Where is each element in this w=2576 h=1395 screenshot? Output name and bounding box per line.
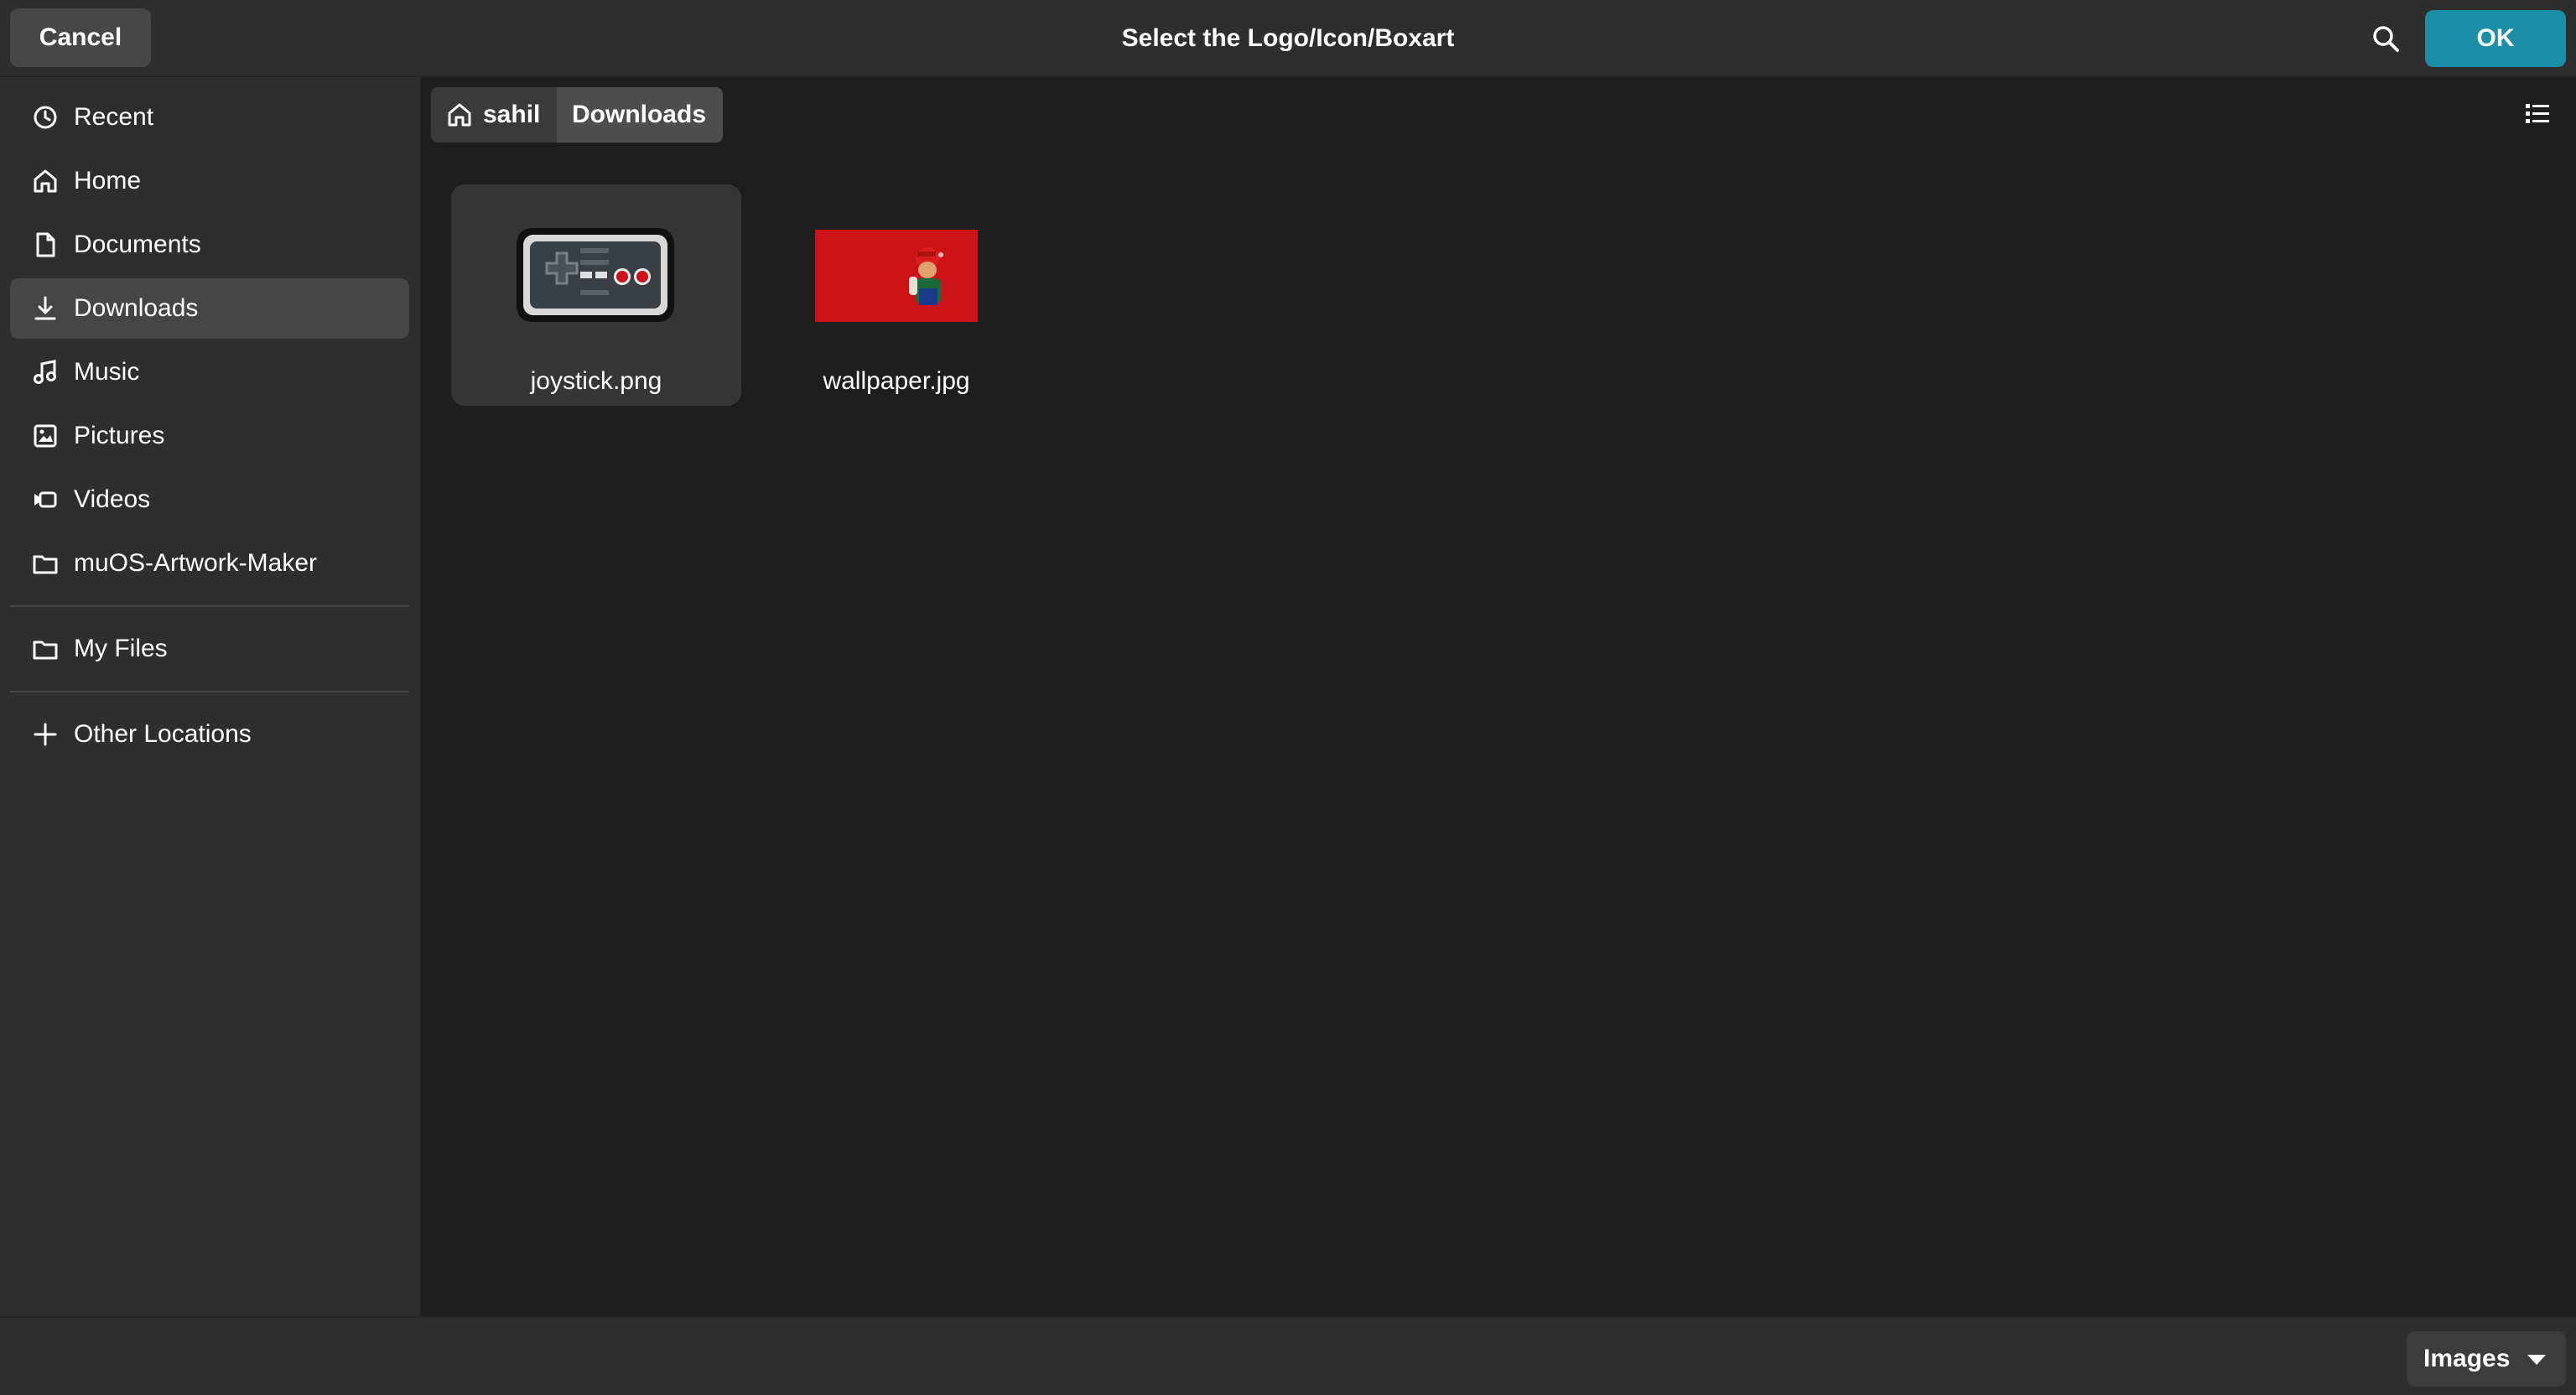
places-sidebar: Recent Home Documents Downloads Music Picture… <box>0 77 421 1316</box>
breadcrumb-current[interactable]: Downloads <box>557 87 723 143</box>
sidebar-separator <box>10 691 409 692</box>
sidebar-item-label: My Files <box>74 635 168 662</box>
sidebar-item-label: Downloads <box>74 294 199 322</box>
sidebar-item-label: muOS-Artwork-Maker <box>74 549 318 577</box>
sidebar-item-label: Videos <box>74 485 151 513</box>
file-name: wallpaper.jpg <box>823 367 970 395</box>
header-bar: Cancel Select the Logo/Icon/Boxart OK <box>0 0 2576 77</box>
cancel-button[interactable]: Cancel <box>10 8 151 67</box>
folder-icon <box>30 548 60 578</box>
search-icon <box>2373 26 2399 52</box>
sidebar-item-label: Documents <box>74 231 201 258</box>
download-icon <box>30 293 60 324</box>
music-icon <box>30 357 60 387</box>
file-item[interactable]: wallpaper.jpg <box>751 184 1041 406</box>
dialog-title: Select the Logo/Icon/Boxart <box>1121 24 1455 52</box>
home-icon <box>30 166 60 196</box>
clock-icon <box>30 102 60 132</box>
filter-label: Images <box>2423 1345 2511 1372</box>
ok-button[interactable]: OK <box>2425 10 2566 67</box>
folder-icon <box>30 634 60 664</box>
plus-icon <box>30 719 60 749</box>
video-icon <box>30 485 60 515</box>
breadcrumb-home[interactable]: sahil <box>431 87 557 143</box>
sidebar-item-label: Recent <box>74 103 154 131</box>
sidebar-item-label: Home <box>74 167 142 194</box>
document-icon <box>30 230 60 260</box>
sidebar-item-documents[interactable]: Documents <box>10 215 409 275</box>
sidebar-item-muos-artwork-maker[interactable]: muOS-Artwork-Maker <box>10 533 409 594</box>
wallpaper-thumbnail <box>815 230 978 322</box>
breadcrumb-home-label: sahil <box>483 101 541 128</box>
sidebar-separator <box>10 605 409 607</box>
view-toggle-button[interactable] <box>2521 97 2554 131</box>
sidebar-item-label: Music <box>74 358 140 386</box>
chevron-down-icon <box>2527 1355 2546 1365</box>
file-item[interactable]: joystick.png <box>451 184 741 406</box>
picture-icon <box>30 421 60 451</box>
sidebar-item-my-files[interactable]: My Files <box>10 619 409 679</box>
sidebar-item-videos[interactable]: Videos <box>10 469 409 530</box>
joystick-thumbnail <box>517 228 674 322</box>
list-view-icon <box>2526 104 2549 123</box>
home-icon <box>448 103 471 127</box>
sidebar-item-pictures[interactable]: Pictures <box>10 406 409 466</box>
sidebar-item-other-locations[interactable]: Other Locations <box>10 704 409 765</box>
search-button[interactable] <box>2356 13 2415 64</box>
sidebar-item-label: Other Locations <box>74 720 252 748</box>
file-type-filter-dropdown[interactable]: Images <box>2407 1331 2566 1387</box>
footer-bar: Images <box>0 1316 2576 1395</box>
sidebar-item-music[interactable]: Music <box>10 342 409 402</box>
breadcrumb: sahil Downloads <box>431 87 723 143</box>
file-name: joystick.png <box>530 367 662 395</box>
sidebar-item-home[interactable]: Home <box>10 151 409 211</box>
sidebar-item-recent[interactable]: Recent <box>10 87 409 148</box>
sidebar-item-downloads[interactable]: Downloads <box>10 278 409 339</box>
sidebar-item-label: Pictures <box>74 422 165 449</box>
